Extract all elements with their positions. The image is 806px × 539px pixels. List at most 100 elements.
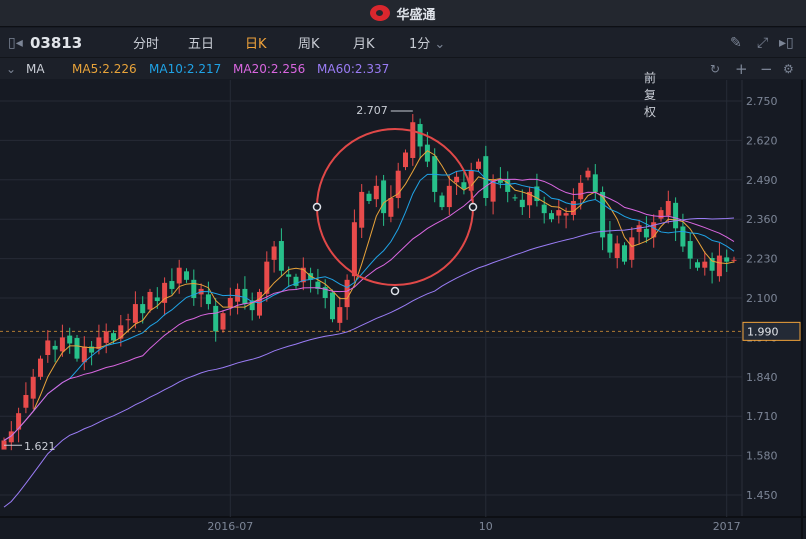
candle-body bbox=[257, 291, 262, 316]
candle-body bbox=[724, 257, 730, 262]
candle-body bbox=[592, 174, 598, 192]
y-tick-label: 1.450 bbox=[746, 489, 778, 502]
ma5-value: MA5:2.226 bbox=[72, 61, 137, 76]
candle-body bbox=[227, 298, 233, 308]
tab-five-day[interactable]: 五日 bbox=[188, 33, 214, 52]
candle-body bbox=[629, 237, 635, 260]
candle-body bbox=[461, 182, 467, 189]
candle-body bbox=[118, 325, 124, 339]
stock-code: 03813 bbox=[30, 33, 83, 52]
candle-body bbox=[213, 305, 219, 332]
candle-body bbox=[271, 246, 277, 260]
y-tick-label: 2.100 bbox=[746, 292, 778, 305]
toolbar: ▯◂ 03813 分时 五日 日K 周K 月K 1分 ⌄ ✎ ⤢ ▸▯ bbox=[0, 28, 806, 57]
candle-body bbox=[351, 222, 357, 277]
candle-body bbox=[111, 333, 116, 341]
y-tick-label: 2.750 bbox=[746, 95, 778, 108]
candle-body bbox=[549, 213, 554, 220]
candle-body bbox=[330, 292, 335, 320]
candle-body bbox=[658, 210, 664, 219]
x-tick-label: 2016-07 bbox=[207, 520, 253, 533]
collapse-sidebar-icon[interactable]: ▯◂ bbox=[8, 35, 23, 51]
candle-body bbox=[665, 201, 671, 216]
y-tick-label: 2.620 bbox=[746, 134, 778, 147]
indicator-name[interactable]: MA bbox=[26, 62, 45, 76]
candle-body bbox=[410, 122, 416, 158]
candle-body bbox=[154, 297, 160, 302]
settings-gear-icon[interactable]: ⚙ bbox=[783, 62, 794, 76]
tab-monthly-k[interactable]: 月K bbox=[353, 33, 375, 52]
candle-body bbox=[680, 226, 686, 247]
candle-body bbox=[132, 304, 138, 323]
draw-tool-icon[interactable]: ✎ bbox=[730, 35, 742, 51]
candle-body bbox=[38, 358, 43, 377]
candle-body bbox=[687, 241, 693, 259]
candle-body bbox=[570, 201, 576, 215]
ma10-line bbox=[3, 169, 735, 441]
candle-body bbox=[607, 233, 613, 253]
candle-body bbox=[337, 307, 343, 323]
candle-body bbox=[220, 313, 226, 330]
candle-body bbox=[403, 152, 408, 168]
candle-body bbox=[439, 195, 445, 208]
candle-body bbox=[556, 210, 562, 216]
candle-body bbox=[205, 294, 211, 305]
candle-body bbox=[709, 258, 715, 271]
title-bar: 华盛通 bbox=[0, 0, 806, 27]
expand-panel-icon[interactable]: ▸▯ bbox=[779, 35, 794, 51]
candle-body bbox=[74, 338, 80, 359]
zoom-out-icon[interactable]: − bbox=[760, 60, 773, 78]
y-tick-label: 2.490 bbox=[746, 174, 778, 187]
x-tick-label: 2017 bbox=[713, 520, 741, 533]
candle-body bbox=[373, 185, 379, 200]
x-tick-label: 10 bbox=[479, 520, 493, 533]
tab-minute-label: 1分 bbox=[409, 37, 431, 52]
candle-body bbox=[359, 191, 365, 228]
current-price-label: 1.990 bbox=[747, 325, 779, 338]
candle-body bbox=[446, 185, 452, 208]
candle-body bbox=[278, 241, 284, 271]
candle-body bbox=[59, 337, 65, 352]
candle-body bbox=[140, 304, 146, 314]
candle-body bbox=[673, 202, 679, 229]
candle-body bbox=[30, 376, 36, 399]
candle-body bbox=[344, 279, 350, 308]
candle-body bbox=[125, 319, 131, 321]
candle-body bbox=[541, 204, 547, 214]
tab-weekly-k[interactable]: 周K bbox=[298, 33, 320, 52]
fullscreen-icon[interactable]: ⤢ bbox=[757, 35, 768, 51]
collapse-indicator-icon[interactable]: ⌄ bbox=[6, 62, 16, 76]
candle-body bbox=[366, 193, 372, 202]
annotation-handle bbox=[468, 202, 478, 212]
candle-body bbox=[716, 255, 722, 277]
candle-body bbox=[52, 345, 58, 350]
ma-indicator-bar: ⌄ MA MA5:2.226 MA10:2.217 MA20:2.256 MA6… bbox=[0, 57, 806, 119]
zoom-in-icon[interactable]: + bbox=[735, 60, 748, 78]
y-tick-label: 2.360 bbox=[746, 213, 778, 226]
app-logo-icon bbox=[370, 5, 391, 21]
refresh-icon[interactable]: ↻ bbox=[710, 62, 720, 76]
candle-body bbox=[286, 274, 292, 277]
candle-body bbox=[242, 288, 248, 305]
candle-body bbox=[476, 161, 481, 169]
y-tick-label: 1.710 bbox=[746, 410, 778, 423]
candle-body bbox=[103, 331, 109, 343]
candlestick-chart[interactable]: 2.7502.6202.4902.3602.2302.1001.9701.840… bbox=[0, 80, 806, 539]
candle-body bbox=[388, 197, 394, 217]
candle-body bbox=[45, 340, 51, 355]
candle-body bbox=[702, 261, 708, 268]
candle-body bbox=[622, 245, 627, 262]
ma60-value: MA60:2.337 bbox=[317, 61, 390, 76]
tab-intraday[interactable]: 分时 bbox=[133, 33, 159, 52]
ma20-line bbox=[3, 178, 735, 441]
candle-body bbox=[512, 197, 518, 199]
candle-body bbox=[585, 170, 591, 178]
high-price-label: 2.707 bbox=[356, 104, 388, 117]
candle-body bbox=[454, 176, 460, 183]
candle-body bbox=[505, 179, 511, 192]
chevron-down-icon: ⌄ bbox=[434, 37, 446, 52]
y-tick-label: 2.230 bbox=[746, 253, 778, 266]
tab-daily-k[interactable]: 日K bbox=[245, 33, 267, 52]
tab-minute-dropdown[interactable]: 1分 ⌄ bbox=[409, 33, 445, 52]
candle-body bbox=[417, 124, 423, 147]
